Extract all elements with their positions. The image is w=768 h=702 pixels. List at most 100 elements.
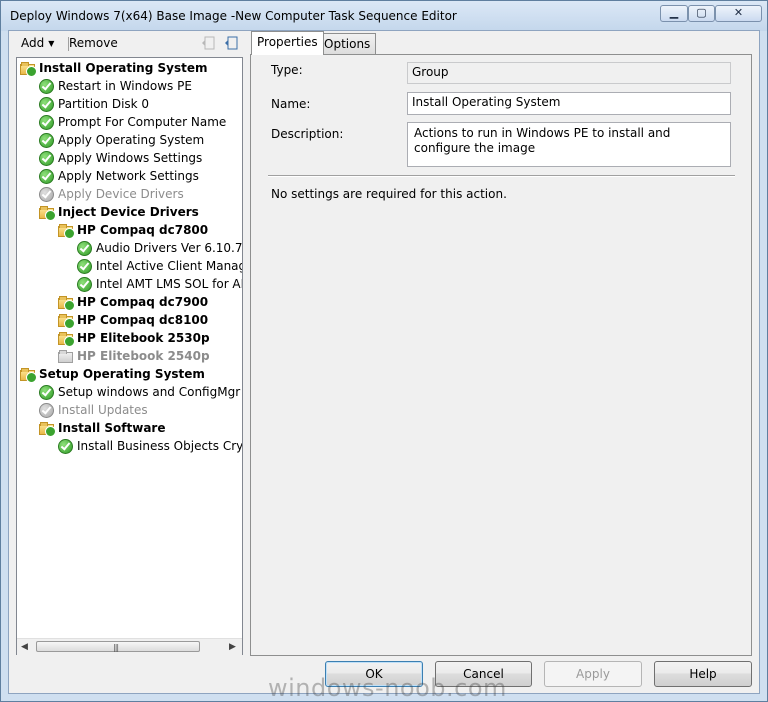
tree-step[interactable]: Install Business Objects Crystal (58, 437, 243, 455)
tree-group[interactable]: HP Compaq dc7900 (58, 293, 208, 311)
tree-item-label: Intel AMT LMS SOL for AM (96, 277, 243, 291)
tree-step[interactable]: Audio Drivers Ver 6.10.7255 (77, 239, 243, 257)
tree-toolbar: Add ▼ Remove (9, 31, 244, 55)
tree-step[interactable]: Apply Operating System (39, 131, 204, 149)
folder-icon (20, 367, 37, 383)
tree-step[interactable]: Apply Device Drivers (39, 185, 184, 203)
tree-step[interactable]: Restart in Windows PE (39, 77, 192, 95)
type-label: Type: (271, 63, 303, 77)
description-label: Description: (271, 127, 344, 141)
tree-item-label: HP Elitebook 2530p (77, 331, 210, 345)
check-icon (39, 384, 54, 400)
tree-item-label: Intel Active Client Manager (96, 259, 243, 273)
tree-group[interactable]: HP Compaq dc7800 (58, 221, 208, 239)
check-icon (77, 276, 92, 292)
tree-step[interactable]: Apply Network Settings (39, 167, 199, 185)
add-label: Add (21, 36, 45, 50)
check-icon (39, 186, 54, 202)
tree-item-label: Prompt For Computer Name (58, 115, 227, 129)
tree-step[interactable]: Prompt For Computer Name (39, 113, 226, 131)
folder-icon (39, 421, 56, 437)
tree-item-label: Install Operating System (39, 61, 208, 75)
title-bar[interactable]: Deploy Windows 7(x64) Base Image -New Co… (1, 1, 767, 31)
minimize-button[interactable]: ▁ (660, 5, 688, 22)
check-icon (39, 132, 54, 148)
tab-properties[interactable]: Properties (251, 31, 324, 55)
folder-icon (58, 331, 75, 347)
watermark: windows-noob.com (268, 674, 507, 702)
check-icon (39, 96, 54, 112)
tree-item-label: Apply Device Drivers (58, 187, 184, 201)
scroll-grip-icon: ||| (113, 643, 119, 652)
type-field: Group (407, 62, 731, 84)
tree-group[interactable]: Setup Operating System (20, 365, 205, 383)
tree-item-label: Audio Drivers Ver 6.10.7255 (96, 241, 243, 255)
check-icon (77, 240, 92, 256)
maximize-button[interactable]: ▢ (688, 5, 715, 22)
tree-item-label: Setup windows and ConfigMgr (58, 385, 241, 399)
tree-step[interactable]: Intel Active Client Manager (77, 257, 243, 275)
remove-button[interactable]: Remove (69, 36, 118, 50)
apply-button[interactable]: Apply (544, 661, 642, 687)
folder-icon (58, 349, 73, 364)
tree-group[interactable]: HP Compaq dc8100 (58, 311, 208, 329)
check-badge-icon (26, 371, 37, 383)
folder-icon (58, 223, 75, 239)
check-badge-icon (45, 425, 56, 437)
check-badge-icon (64, 335, 75, 347)
tree-item-label: HP Compaq dc8100 (77, 313, 209, 327)
task-sequence-tree[interactable]: Install Operating System Restart in Windo… (16, 57, 243, 655)
tree-step[interactable]: Install Updates (39, 401, 148, 419)
folder-icon (58, 295, 75, 311)
tree-group[interactable]: Install Operating System (20, 59, 207, 77)
tree-item-label: Restart in Windows PE (58, 79, 192, 93)
name-label: Name: (271, 97, 311, 111)
tree-group[interactable]: HP Elitebook 2540p (58, 347, 210, 365)
tree-item-label: HP Elitebook 2540p (77, 349, 210, 363)
move-down-icon[interactable] (223, 35, 239, 51)
tree-group[interactable]: Install Software (39, 419, 165, 437)
check-badge-icon (64, 317, 75, 329)
check-badge-icon (26, 65, 37, 77)
check-icon (39, 150, 54, 166)
check-badge-icon (64, 299, 75, 311)
tree-item-label: Apply Operating System (58, 133, 205, 147)
tree-item-label: Apply Network Settings (58, 169, 199, 183)
folder-icon (39, 205, 56, 221)
check-icon (39, 78, 54, 94)
tree-item-label: Inject Device Drivers (58, 205, 199, 219)
tree-step[interactable]: Partition Disk 0 (39, 95, 149, 113)
tree-step[interactable]: Apply Windows Settings (39, 149, 202, 167)
separator (268, 175, 735, 177)
check-icon (39, 168, 54, 184)
tree-item-label: Install Software (58, 421, 166, 435)
window-title: Deploy Windows 7(x64) Base Image -New Co… (10, 9, 457, 23)
tree-item-label: Partition Disk 0 (58, 97, 150, 111)
tree-group[interactable]: Inject Device Drivers (39, 203, 199, 221)
tree-horizontal-scrollbar[interactable]: ◀ ||| ▶ (17, 638, 242, 655)
description-input[interactable]: Actions to run in Windows PE to install … (407, 122, 731, 167)
check-icon (77, 258, 92, 274)
check-icon (39, 402, 54, 418)
folder-icon (20, 61, 37, 77)
tree-item-label: HP Compaq dc7900 (77, 295, 209, 309)
tree-group[interactable]: HP Elitebook 2530p (58, 329, 210, 347)
help-button[interactable]: Help (654, 661, 752, 687)
check-badge-icon (45, 209, 56, 221)
tab-options[interactable]: Options (318, 33, 377, 55)
check-icon (58, 438, 73, 454)
scroll-left-icon[interactable]: ◀ (21, 642, 28, 652)
tree-item-label: Setup Operating System (39, 367, 205, 381)
check-badge-icon (64, 227, 75, 239)
scrollbar-thumb[interactable]: ||| (36, 641, 200, 652)
folder-icon (58, 313, 75, 329)
tree-step[interactable]: Intel AMT LMS SOL for AM (77, 275, 243, 293)
tree-step[interactable]: Setup windows and ConfigMgr (39, 383, 240, 401)
add-menu-button[interactable]: Add ▼ (21, 36, 54, 50)
scroll-right-icon[interactable]: ▶ (229, 642, 236, 652)
tree-item-label: Install Business Objects Crystal (77, 439, 243, 453)
name-input[interactable]: Install Operating System (407, 92, 731, 115)
move-up-icon[interactable] (200, 35, 216, 51)
close-button[interactable]: ✕ (715, 5, 762, 22)
check-icon (39, 114, 54, 130)
